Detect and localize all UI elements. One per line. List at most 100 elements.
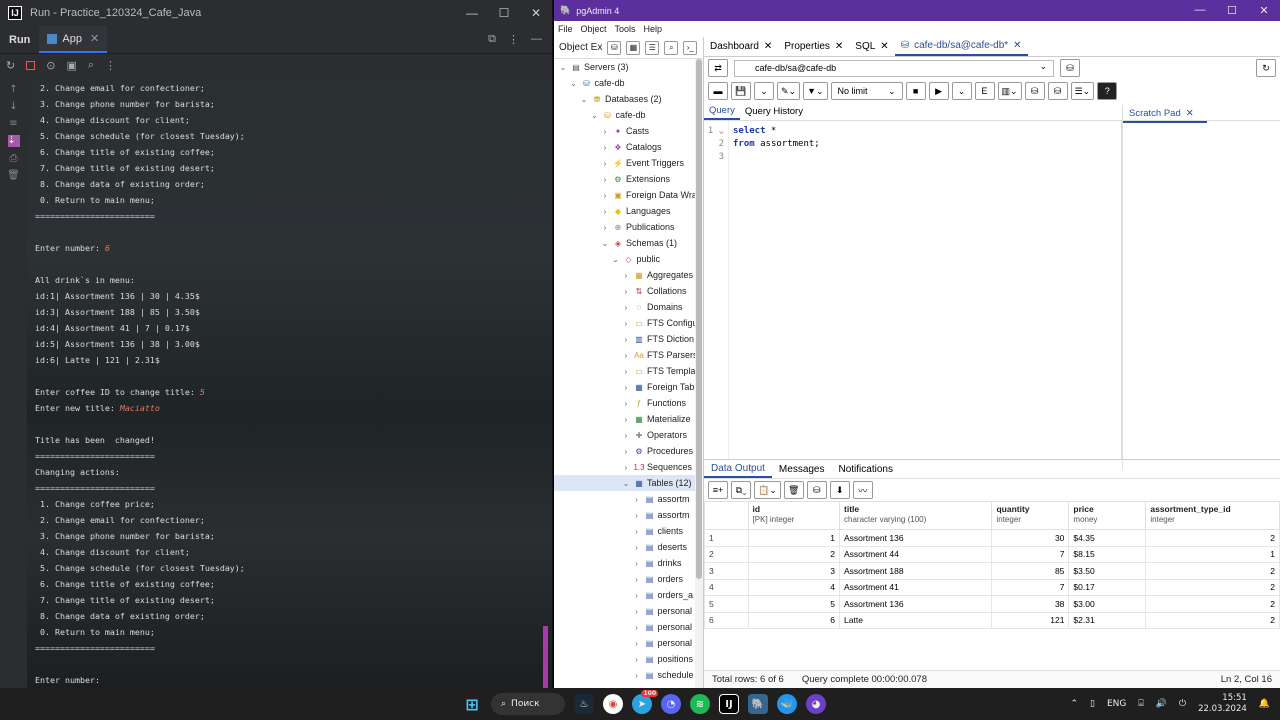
table-cell[interactable]: 1 bbox=[747, 529, 841, 547]
close-tab-icon[interactable]: ✕ bbox=[90, 32, 99, 45]
tree-node[interactable]: › ▤ orders bbox=[554, 571, 703, 587]
chevron-right-icon[interactable]: › bbox=[600, 143, 610, 152]
table-cell[interactable]: $4.35 bbox=[1068, 529, 1147, 547]
chevron-right-icon[interactable]: › bbox=[621, 367, 631, 376]
chevron-right-icon[interactable]: › bbox=[621, 383, 631, 392]
add-row-icon[interactable]: ≡+ bbox=[708, 481, 728, 499]
chevron-right-icon[interactable]: › bbox=[621, 335, 631, 344]
delete-icon[interactable]: 🗑 bbox=[783, 481, 804, 499]
windows-start-icon[interactable]: ⊞ bbox=[462, 694, 482, 714]
table-cell[interactable]: 2 bbox=[704, 545, 749, 563]
chrome-icon[interactable]: ◉ bbox=[603, 694, 623, 714]
tree-node[interactable]: › ◌ Domains bbox=[554, 299, 703, 315]
tree-node[interactable]: › ⚙ Procedures bbox=[554, 443, 703, 459]
save-icon[interactable]: 💾 bbox=[731, 82, 751, 100]
chevron-right-icon[interactable]: › bbox=[632, 671, 642, 680]
tree-node[interactable]: › ▤ personal bbox=[554, 619, 703, 635]
trash-icon[interactable]: 🗑 bbox=[7, 170, 20, 181]
table-cell[interactable]: $0.17 bbox=[1068, 578, 1147, 596]
explain-icon[interactable]: E bbox=[974, 82, 995, 100]
battery-icon[interactable]: ▯ bbox=[1090, 699, 1095, 709]
tree-node[interactable]: › ▤ personal bbox=[554, 635, 703, 651]
tree-node[interactable]: › ⚡ Event Triggers bbox=[554, 155, 703, 171]
tab-query-history[interactable]: Query History bbox=[740, 103, 808, 120]
table-cell[interactable]: $2.31 bbox=[1068, 611, 1147, 629]
graph-icon[interactable]: 〰 bbox=[852, 481, 873, 499]
more-actions-icon[interactable]: ⋮ bbox=[105, 59, 116, 72]
new-connection-icon[interactable]: ⛁ bbox=[1060, 59, 1080, 77]
copy-icon[interactable]: ⧉⌄ bbox=[731, 481, 751, 499]
table-cell[interactable]: 6 bbox=[704, 611, 749, 629]
tree-node[interactable]: › ▤ clients bbox=[554, 523, 703, 539]
tab-data-output[interactable]: Data Output bbox=[704, 460, 772, 478]
down-icon[interactable]: ↓ bbox=[9, 101, 17, 112]
sql-editor[interactable]: 1 ⌄ 2 3 select * from assortment; bbox=[704, 121, 1122, 459]
chevron-right-icon[interactable]: › bbox=[621, 351, 631, 360]
table-cell[interactable]: 6 bbox=[747, 611, 841, 629]
search-icon[interactable]: ⌕ bbox=[88, 58, 94, 72]
tree-node[interactable]: › ▤ drinks bbox=[554, 555, 703, 571]
tree-node[interactable]: › ▤ orders_a bbox=[554, 587, 703, 603]
discord-icon[interactable]: ◔ bbox=[661, 694, 681, 714]
chevron-down-icon[interactable]: ⌄ bbox=[611, 255, 621, 264]
search-icon[interactable]: ⌕ bbox=[664, 40, 679, 55]
save-data-icon[interactable]: ⛁ bbox=[806, 481, 827, 499]
column-header[interactable]: id [PK] integer bbox=[747, 501, 841, 530]
chevron-right-icon[interactable]: › bbox=[632, 591, 642, 600]
tree-node[interactable]: › ▭ FTS Templa bbox=[554, 363, 703, 379]
tree-node[interactable]: › ✚ Operators bbox=[554, 427, 703, 443]
chevron-right-icon[interactable]: › bbox=[632, 511, 642, 520]
table-cell[interactable]: 2 bbox=[1145, 611, 1280, 629]
database-icon[interactable]: ⛁ bbox=[607, 40, 622, 55]
minimize-icon[interactable]: — bbox=[1184, 4, 1216, 17]
chevron-right-icon[interactable]: › bbox=[621, 319, 631, 328]
table-row[interactable]: 6 6 Latte 121 $2.31 2 bbox=[704, 611, 1280, 629]
scratch-pad-tab[interactable]: Scratch Pad ✕ bbox=[1123, 105, 1207, 123]
execute-dropdown-icon[interactable]: ⌄ bbox=[951, 82, 972, 100]
intellij-icon[interactable]: IJ bbox=[719, 694, 739, 714]
table-cell[interactable]: 1 bbox=[1145, 545, 1280, 563]
explain-analyze-icon[interactable]: ▥⌄ bbox=[997, 82, 1022, 100]
tab-query[interactable]: Query bbox=[704, 103, 740, 120]
table-cell[interactable]: Assortment 188 bbox=[839, 562, 993, 580]
up-icon[interactable]: ↑ bbox=[9, 84, 17, 95]
tree-node[interactable]: › ▤ deserts bbox=[554, 539, 703, 555]
tree-node[interactable]: › ▣ Foreign Data Wra bbox=[554, 187, 703, 203]
connection-select[interactable]: cafe-db/sa@cafe-db bbox=[734, 59, 1054, 77]
table-cell[interactable]: 3 bbox=[704, 562, 749, 580]
chevron-right-icon[interactable]: › bbox=[632, 623, 642, 632]
maximize-icon[interactable]: ☐ bbox=[488, 6, 520, 20]
table-cell[interactable]: 7 bbox=[991, 578, 1070, 596]
chevron-right-icon[interactable]: › bbox=[632, 527, 642, 536]
table-row[interactable]: 2 2 Assortment 44 7 $8.15 1 bbox=[704, 545, 1280, 563]
chevron-right-icon[interactable]: › bbox=[632, 559, 642, 568]
chevron-right-icon[interactable]: › bbox=[621, 287, 631, 296]
tree-node[interactable]: › ▦ Foreign Tab bbox=[554, 379, 703, 395]
tree-node[interactable]: › ▤ positions bbox=[554, 651, 703, 667]
layout-icon[interactable]: ⧉ bbox=[488, 33, 496, 46]
chevron-down-icon[interactable]: ⌄ bbox=[579, 95, 589, 104]
chevron-up-icon[interactable]: ⌃ bbox=[1070, 699, 1078, 709]
menu-file[interactable]: File bbox=[558, 24, 573, 34]
tree-node[interactable]: › 1.3 Sequences bbox=[554, 459, 703, 475]
tab-properties[interactable]: Properties ✕ bbox=[778, 41, 849, 52]
chevron-right-icon[interactable]: › bbox=[621, 399, 631, 408]
refresh-icon[interactable]: ↻ bbox=[1256, 59, 1276, 77]
chevron-right-icon[interactable]: › bbox=[632, 575, 642, 584]
tree-node[interactable]: › ⇅ Collations bbox=[554, 283, 703, 299]
filter-icon[interactable]: ▼⌄ bbox=[803, 82, 828, 100]
chevron-right-icon[interactable]: › bbox=[621, 415, 631, 424]
docker-icon[interactable]: 🐳 bbox=[777, 694, 797, 714]
network-icon[interactable]: ⌸ bbox=[1138, 699, 1143, 709]
table-cell[interactable]: 2 bbox=[1145, 529, 1280, 547]
filter-rows-icon[interactable]: ☰ bbox=[645, 40, 660, 55]
table-cell[interactable]: 85 bbox=[991, 562, 1070, 580]
console-output[interactable]: 2. Change email for confectioner; 3. Cha… bbox=[27, 76, 552, 688]
telegram-icon[interactable]: ➤ 100 bbox=[632, 690, 658, 714]
table-row[interactable]: 5 5 Assortment 136 38 $3.00 2 bbox=[704, 595, 1280, 613]
table-cell[interactable]: 4 bbox=[704, 578, 749, 596]
close-icon[interactable]: ✕ bbox=[1248, 4, 1280, 17]
menu-object[interactable]: Object bbox=[581, 24, 607, 34]
table-row[interactable]: 3 3 Assortment 188 85 $3.50 2 bbox=[704, 562, 1280, 580]
table-cell[interactable]: 5 bbox=[704, 595, 749, 613]
